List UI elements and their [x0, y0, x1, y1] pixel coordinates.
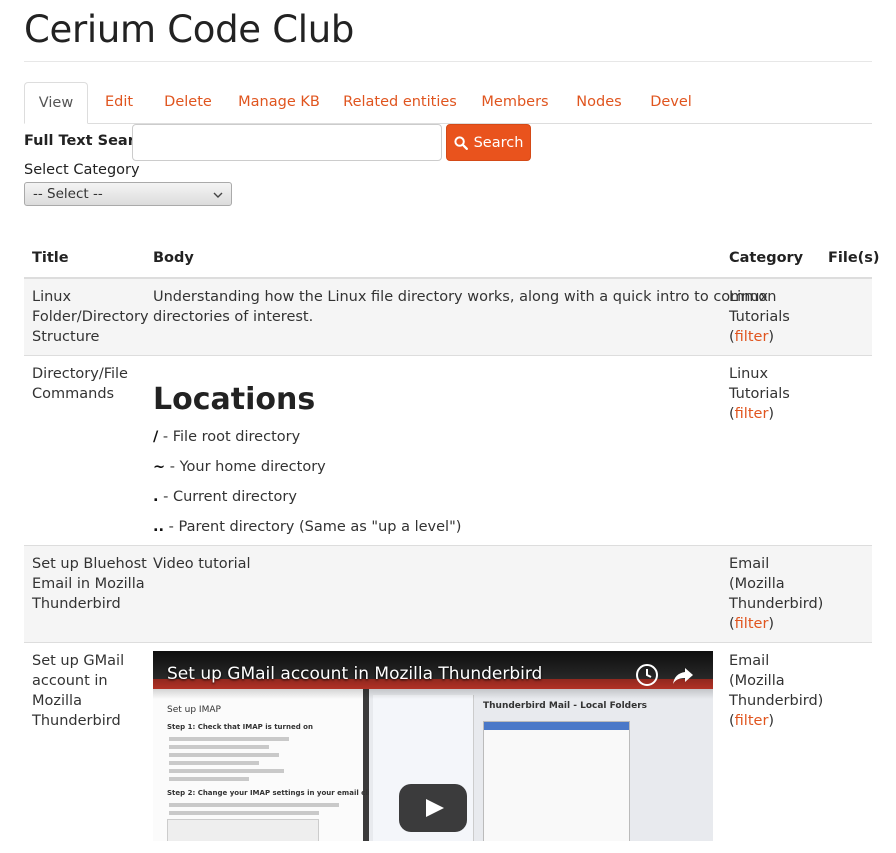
chevron-down-icon [213, 188, 223, 204]
row-title-link[interactable]: Directory/File Commands [32, 364, 128, 404]
tab-bar: View Edit Delete Manage KB Related entit… [24, 82, 872, 124]
select-category-label: Select Category [24, 162, 140, 178]
table-row: Directory/File Commands Locations / - Fi… [24, 356, 872, 546]
watch-later-icon[interactable] [635, 663, 659, 691]
title-divider [24, 61, 872, 62]
share-icon[interactable] [671, 663, 695, 691]
row-body: Video tutorial [153, 556, 251, 572]
list-item: .. - Parent directory (Same as "up a lev… [153, 519, 462, 535]
row-title-link[interactable]: Set up GMail account in Mozilla Thunderb… [32, 651, 124, 731]
column-body[interactable]: Body [153, 250, 194, 266]
tab-members[interactable]: Members [476, 82, 554, 123]
list-item: / - File root directory [153, 429, 301, 445]
row-body: Locations / - File root directory ~ - Yo… [153, 382, 723, 542]
row-category: Email (Mozilla Thunderbird) (filter) [729, 653, 824, 729]
video-frame-gmail-help: Set up IMAP Step 1: Check that IMAP is t… [153, 689, 383, 841]
tab-devel[interactable]: Devel [646, 82, 696, 123]
row-category: Email (Mozilla Thunderbird) (filter) [729, 556, 824, 632]
search-button[interactable]: Search [446, 124, 531, 161]
column-files[interactable]: File(s) [828, 250, 880, 266]
video-title[interactable]: Set up GMail account in Mozilla Thunderb… [167, 664, 542, 684]
search-button-label: Search [473, 134, 524, 151]
play-button[interactable] [399, 784, 467, 832]
tab-manage-kb[interactable]: Manage KB [234, 82, 324, 123]
tab-view[interactable]: View [24, 82, 88, 124]
category-select[interactable]: -- Select -- [24, 182, 232, 206]
play-icon [399, 799, 467, 836]
row-title-link[interactable]: Linux Folder/Directory Structure [32, 287, 149, 347]
list-item: . - Current directory [153, 489, 297, 505]
table-row: Set up Bluehost Email in Mozilla Thunder… [24, 546, 872, 643]
video-embed[interactable]: Set up IMAP Step 1: Check that IMAP is t… [153, 651, 713, 841]
row-category: Linux Tutorials (filter) [729, 289, 790, 345]
filter-link[interactable]: filter [735, 616, 769, 632]
row-body: Understanding how the Linux file directo… [153, 289, 777, 325]
filter-link[interactable]: filter [735, 713, 769, 729]
column-category[interactable]: Category [729, 250, 803, 266]
filter-link[interactable]: filter [735, 406, 769, 422]
tab-delete[interactable]: Delete [154, 82, 222, 123]
column-title[interactable]: Title [32, 250, 69, 266]
filter-link[interactable]: filter [735, 329, 769, 345]
locations-heading: Locations [153, 382, 316, 417]
search-input[interactable] [132, 124, 442, 161]
search-icon [453, 135, 468, 150]
tab-related-entities[interactable]: Related entities [342, 82, 458, 123]
table-row: Linux Folder/Directory Structure Underst… [24, 279, 872, 356]
table-header: Title Body Category File(s) [24, 239, 880, 279]
table-row: Set up GMail account in Mozilla Thunderb… [24, 643, 872, 853]
list-item: ~ - Your home directory [153, 459, 326, 475]
category-selected-value: -- Select -- [33, 186, 103, 202]
tab-nodes[interactable]: Nodes [570, 82, 628, 123]
page-title: Cerium Code Club [24, 8, 355, 51]
tab-edit[interactable]: Edit [94, 82, 144, 123]
row-category: Linux Tutorials (filter) [729, 366, 790, 422]
row-title-link[interactable]: Set up Bluehost Email in Mozilla Thunder… [32, 554, 147, 614]
